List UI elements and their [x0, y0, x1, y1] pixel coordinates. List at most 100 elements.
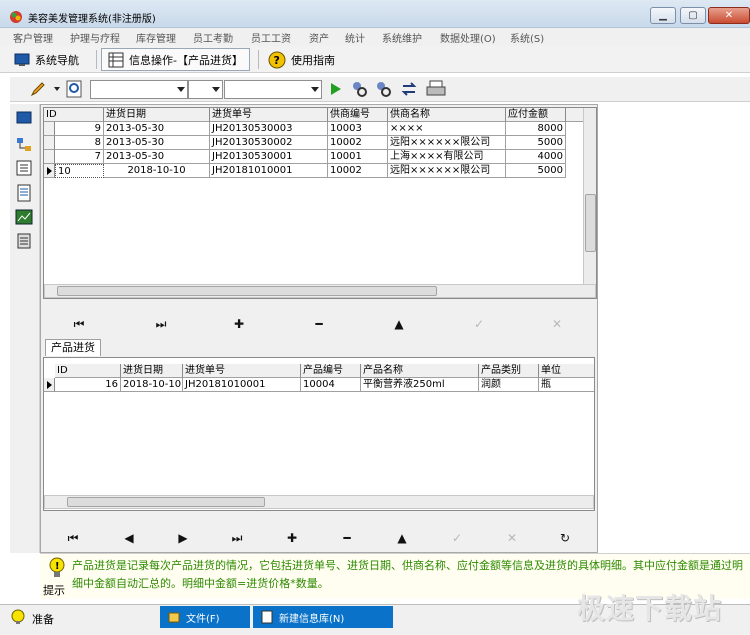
- monitor-icon[interactable]: [15, 110, 33, 128]
- svg-text:?: ?: [274, 54, 280, 67]
- cell-id[interactable]: 10: [55, 164, 104, 178]
- col-order-no[interactable]: 进货单号: [210, 108, 328, 122]
- col-product-id[interactable]: 产品编号: [301, 364, 361, 378]
- taskbar-newdb-button[interactable]: 新建信息库(N): [253, 606, 393, 628]
- add-record-icon[interactable]: ✚: [280, 529, 304, 547]
- cell-id: 9: [55, 122, 104, 136]
- purchase-grid-hscroll[interactable]: [44, 284, 596, 298]
- chevron-down-icon: [212, 87, 220, 92]
- col-supplier[interactable]: 供商名称: [388, 108, 506, 122]
- info-op-tab[interactable]: 信息操作-【产品进货】: [101, 48, 250, 71]
- search-doc-icon[interactable]: [66, 80, 84, 98]
- cell-supplier: 上海××××有限公司: [388, 150, 506, 164]
- cell-supplier-id: 10003: [328, 122, 388, 136]
- vscroll-thumb[interactable]: [585, 194, 596, 252]
- purchase-navigator: ⏮ ⏭ ✚ ━ ▲ ✓ ✕: [45, 315, 595, 333]
- lightbulb-icon: !: [49, 557, 65, 577]
- purchase-grid-vscroll[interactable]: [583, 108, 596, 284]
- hscroll-thumb[interactable]: [67, 497, 265, 507]
- cell-amount: 5000: [506, 164, 566, 178]
- org-chart-icon[interactable]: [15, 136, 33, 154]
- table-row[interactable]: 7 2013-05-30 JH20130530001 10001 上海××××有…: [44, 150, 584, 164]
- chevron-down-icon: [311, 87, 319, 92]
- taskbar-file-label: 文件(F): [186, 613, 220, 625]
- col-category[interactable]: 产品类别: [479, 364, 539, 378]
- menu-care[interactable]: 护理与疗程: [70, 30, 120, 45]
- col-supplier-id[interactable]: 供商编号: [328, 108, 388, 122]
- taskbar-file-button[interactable]: 文件(F): [160, 606, 250, 628]
- menu-salary[interactable]: 员工工资: [251, 30, 291, 45]
- col-amount[interactable]: 应付金额: [506, 108, 566, 122]
- detail-grid-header: ID 进货日期 进货单号 产品编号 产品名称 产品类别 单位: [44, 364, 594, 378]
- find-user-icon[interactable]: [350, 80, 368, 98]
- hscroll-thumb[interactable]: [57, 286, 437, 296]
- delete-record-icon[interactable]: ━: [335, 529, 359, 547]
- cell-order-no: JH20181010001: [183, 378, 301, 392]
- add-record-icon[interactable]: ✚: [227, 315, 251, 333]
- col-date[interactable]: 进货日期: [104, 108, 210, 122]
- menu-attendance[interactable]: 员工考勤: [193, 30, 233, 45]
- system-nav-button[interactable]: 系统导航: [8, 48, 85, 71]
- field-select[interactable]: [90, 80, 188, 99]
- menu-assets[interactable]: 资产: [309, 30, 329, 45]
- menu-system[interactable]: 系统(S): [510, 30, 544, 45]
- col-product[interactable]: 产品名称: [361, 364, 479, 378]
- last-record-icon[interactable]: ⏭: [225, 529, 249, 547]
- menu-stats[interactable]: 统计: [345, 30, 365, 45]
- pencil-icon[interactable]: [30, 81, 46, 97]
- menu-maintenance[interactable]: 系统维护: [382, 30, 422, 45]
- refresh-icon[interactable]: [400, 80, 418, 98]
- value-select[interactable]: [224, 80, 322, 99]
- col-order-no[interactable]: 进货单号: [183, 364, 301, 378]
- cell-amount: 4000: [506, 150, 566, 164]
- find-next-icon[interactable]: [374, 80, 392, 98]
- menu-customer[interactable]: 客户管理: [13, 30, 53, 45]
- menu-inventory[interactable]: 库存管理: [136, 30, 176, 45]
- menu-data[interactable]: 数据处理(O): [440, 30, 496, 45]
- refresh-icon[interactable]: ↻: [553, 529, 577, 547]
- maximize-button[interactable]: ▢: [680, 7, 706, 24]
- purchase-grid[interactable]: ID 进货日期 进货单号 供商编号 供商名称 应付金额 9 2013-05-30…: [43, 107, 597, 299]
- delete-record-icon[interactable]: ━: [307, 315, 331, 333]
- guide-button[interactable]: ? 使用指南: [262, 48, 341, 71]
- col-unit[interactable]: 单位: [539, 364, 594, 378]
- next-record-icon[interactable]: ⏭: [149, 315, 173, 333]
- table-row-selected[interactable]: 10 2018-10-10 JH20181010001 10002 远阳××××…: [44, 164, 584, 178]
- cell-category: 润颜: [479, 378, 539, 392]
- first-record-icon[interactable]: ⏮: [67, 315, 91, 333]
- report-icon[interactable]: [15, 232, 33, 250]
- list-icon[interactable]: [15, 159, 33, 177]
- prior-record-icon[interactable]: ◀: [117, 529, 141, 547]
- first-record-icon[interactable]: ⏮: [61, 529, 85, 547]
- play-icon[interactable]: [330, 82, 342, 96]
- print-icon[interactable]: [426, 80, 446, 98]
- post-record-icon: ✓: [451, 531, 463, 545]
- cell-supplier: 远阳××××××限公司: [388, 136, 506, 150]
- cell-id: 16: [55, 378, 121, 392]
- close-button[interactable]: ✕: [708, 7, 750, 24]
- col-id[interactable]: ID: [55, 364, 121, 378]
- table-row-selected[interactable]: 16 2018-10-10 JH20181010001 10004 平衡营养液2…: [44, 378, 594, 392]
- minimize-button[interactable]: ▁: [650, 7, 676, 24]
- dropdown-arrow-icon[interactable]: [54, 87, 60, 91]
- cell-order-no: JH20130530002: [210, 136, 328, 150]
- col-date[interactable]: 进货日期: [121, 364, 183, 378]
- detail-grid-hscroll[interactable]: [44, 495, 594, 509]
- row-indicator: [44, 164, 55, 178]
- row-indicator: [44, 378, 55, 392]
- cell-amount: 8000: [506, 122, 566, 136]
- table-row[interactable]: 9 2013-05-30 JH20130530003 10003 ×××× 80…: [44, 122, 584, 136]
- current-row-arrow-icon: [47, 167, 52, 175]
- edit-record-icon[interactable]: ▲: [390, 529, 414, 547]
- cancel-record-icon: ✕: [551, 317, 563, 331]
- edit-record-icon[interactable]: ▲: [387, 315, 411, 333]
- col-id[interactable]: ID: [44, 108, 104, 122]
- tab-product-purchase[interactable]: 产品进货: [45, 339, 101, 356]
- table-row[interactable]: 8 2013-05-30 JH20130530002 10002 远阳×××××…: [44, 136, 584, 150]
- operator-select[interactable]: [188, 80, 223, 99]
- detail-grid[interactable]: ID 进货日期 进货单号 产品编号 产品名称 产品类别 单位 16 2018-1…: [43, 357, 595, 511]
- next-record-icon[interactable]: ▶: [171, 529, 195, 547]
- cell-supplier: 远阳××××××限公司: [388, 164, 506, 178]
- chart-icon[interactable]: [15, 208, 33, 226]
- document-icon[interactable]: [15, 184, 33, 202]
